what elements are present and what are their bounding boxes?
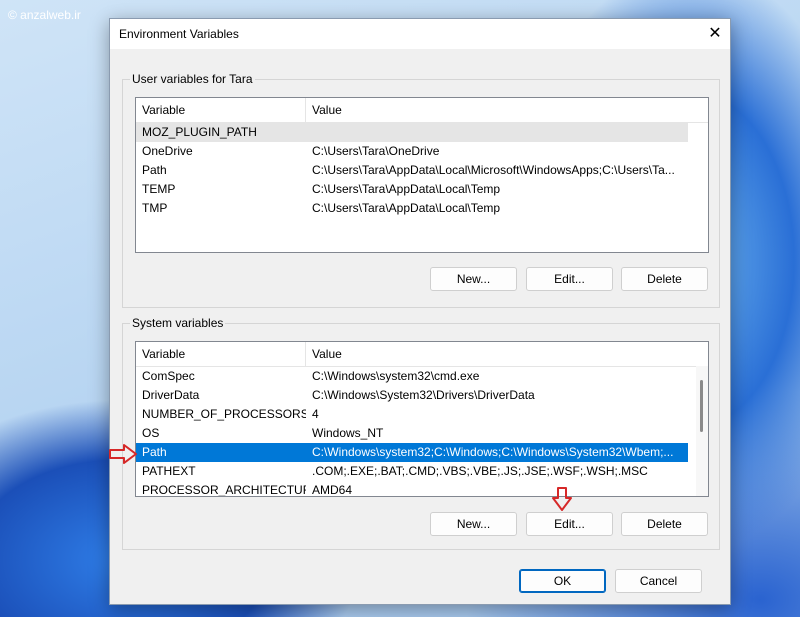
system-list-header: Variable Value <box>136 342 696 367</box>
variable-value: C:\Windows\system32;C:\Windows;C:\Window… <box>312 445 674 459</box>
variable-value: 4 <box>312 407 319 421</box>
variable-name: TMP <box>142 201 168 215</box>
list-item[interactable]: MOZ_PLUGIN_PATH <box>136 123 688 142</box>
system-variables-label: System variables <box>130 316 226 330</box>
system-delete-button[interactable]: Delete <box>621 512 708 536</box>
list-item[interactable]: OS Windows_NT <box>136 424 688 443</box>
user-new-button[interactable]: New... <box>430 267 517 291</box>
dialog-title: Environment Variables <box>119 27 239 41</box>
environment-variables-dialog: Environment Variables ✕ User variables f… <box>109 18 731 605</box>
variable-name: ComSpec <box>142 369 195 383</box>
column-header-variable[interactable]: Variable <box>136 98 306 122</box>
variable-name: Path <box>142 445 167 459</box>
scrollbar-thumb[interactable] <box>700 380 703 432</box>
vertical-scrollbar[interactable] <box>696 366 708 496</box>
variable-value: C:\Windows\system32\cmd.exe <box>312 369 480 383</box>
user-list-header: Variable Value <box>136 98 708 123</box>
title-bar[interactable]: Environment Variables ✕ <box>110 19 730 49</box>
variable-name: DriverData <box>142 388 200 402</box>
system-edit-button[interactable]: Edit... <box>526 512 613 536</box>
variable-name: OneDrive <box>142 144 193 158</box>
system-variables-list[interactable]: Variable Value ComSpec C:\Windows\system… <box>135 341 709 497</box>
variable-name: NUMBER_OF_PROCESSORS <box>142 407 306 421</box>
variable-value: AMD64 <box>312 483 353 497</box>
user-variables-label: User variables for Tara <box>130 72 255 86</box>
system-variables-group: System variables Variable Value ComSpec … <box>122 316 720 550</box>
column-header-variable[interactable]: Variable <box>136 342 306 366</box>
system-new-button[interactable]: New... <box>430 512 517 536</box>
variable-name: PATHEXT <box>142 464 196 478</box>
column-header-value[interactable]: Value <box>306 98 708 122</box>
close-button[interactable]: ✕ <box>700 19 730 49</box>
user-delete-button[interactable]: Delete <box>621 267 708 291</box>
list-item[interactable]: DriverData C:\Windows\System32\Drivers\D… <box>136 386 688 405</box>
cancel-button[interactable]: Cancel <box>615 569 702 593</box>
variable-value: C:\Windows\System32\Drivers\DriverData <box>312 388 535 402</box>
watermark: © anzalweb.ir <box>8 8 81 22</box>
variable-name: PROCESSOR_ARCHITECTURE <box>142 483 306 497</box>
list-item[interactable]: OneDrive C:\Users\Tara\OneDrive <box>136 142 688 161</box>
list-item[interactable]: TMP C:\Users\Tara\AppData\Local\Temp <box>136 199 688 218</box>
list-item[interactable]: PROCESSOR_ARCHITECTURE AMD64 <box>136 481 688 497</box>
variable-value: C:\Users\Tara\AppData\Local\Temp <box>312 201 501 215</box>
variable-name: MOZ_PLUGIN_PATH <box>142 125 257 139</box>
arrow-down-annotation-icon <box>552 487 572 511</box>
variable-name: TEMP <box>142 182 176 196</box>
variable-value: C:\Users\Tara\AppData\Local\Microsoft\Wi… <box>312 163 675 177</box>
variable-value: C:\Users\Tara\AppData\Local\Temp <box>312 182 501 196</box>
user-variables-group: User variables for Tara Variable Value M… <box>122 72 720 308</box>
column-header-value[interactable]: Value <box>306 342 696 366</box>
list-item-path-selected[interactable]: Path C:\Windows\system32;C:\Windows;C:\W… <box>136 443 688 462</box>
list-item[interactable]: PATHEXT .COM;.EXE;.BAT;.CMD;.VBS;.VBE;.J… <box>136 462 688 481</box>
user-edit-button[interactable]: Edit... <box>526 267 613 291</box>
ok-button[interactable]: OK <box>519 569 606 593</box>
list-item[interactable]: Path C:\Users\Tara\AppData\Local\Microso… <box>136 161 688 180</box>
user-variables-list[interactable]: Variable Value MOZ_PLUGIN_PATH OneDrive … <box>135 97 709 253</box>
variable-name: Path <box>142 163 167 177</box>
variable-value: .COM;.EXE;.BAT;.CMD;.VBS;.VBE;.JS;.JSE;.… <box>312 464 648 478</box>
arrow-right-annotation-icon <box>109 444 137 464</box>
list-item[interactable]: ComSpec C:\Windows\system32\cmd.exe <box>136 367 688 386</box>
variable-value: C:\Users\Tara\OneDrive <box>312 144 440 158</box>
list-item[interactable]: TEMP C:\Users\Tara\AppData\Local\Temp <box>136 180 688 199</box>
list-item[interactable]: NUMBER_OF_PROCESSORS 4 <box>136 405 688 424</box>
variable-name: OS <box>142 426 160 440</box>
variable-value: Windows_NT <box>312 426 384 440</box>
